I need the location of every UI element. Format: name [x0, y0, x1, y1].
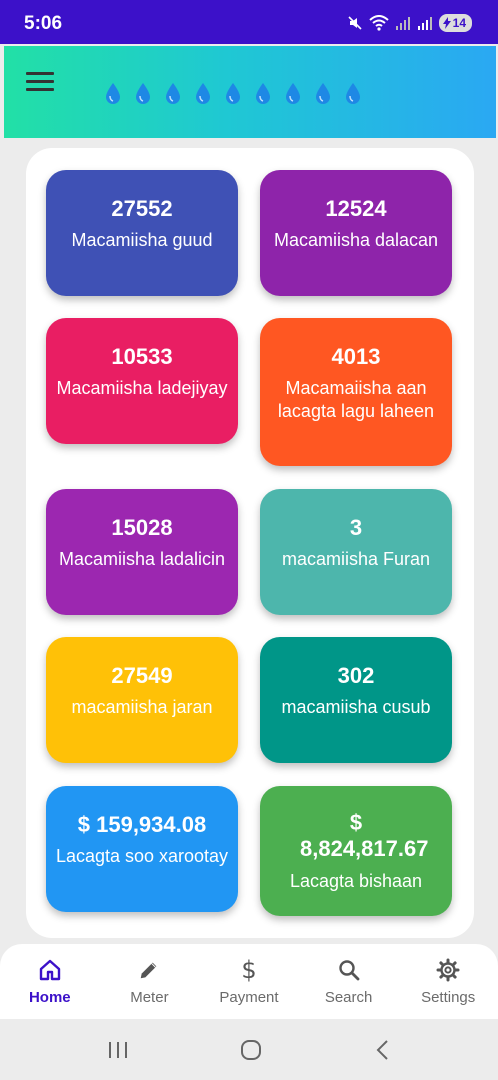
- menu-icon[interactable]: [26, 72, 54, 94]
- nav-payment[interactable]: $ Payment: [199, 956, 299, 1006]
- tile-value: 27549: [111, 663, 173, 688]
- tile-label: Macamiisha ladejiyay: [56, 378, 228, 398]
- tile-value: 4013: [331, 344, 381, 369]
- tile-monthly-amount[interactable]: $ 8,824,817.67 Lacagta bishaan: [260, 786, 452, 916]
- gear-icon: [436, 958, 460, 982]
- tile-disconnected-customers[interactable]: 27549 macamiisha jaran: [46, 637, 238, 763]
- status-bar: 5:06 14: [0, 0, 498, 44]
- charging-icon: [442, 17, 451, 29]
- dollar-icon: $: [241, 956, 257, 984]
- tile-label: Macamiisha guud: [71, 230, 213, 250]
- tile-new-customers[interactable]: 302 macamiisha cusub: [260, 637, 452, 763]
- tile-paid-customers[interactable]: 10533 Macamiisha ladejiyay: [46, 318, 238, 444]
- water-drop-icon: [286, 83, 300, 104]
- signal-icon: [395, 17, 410, 30]
- bottom-navigation: Home Meter $ Payment Search Settings: [0, 944, 498, 1019]
- tile-value: 15028: [111, 515, 173, 540]
- home-button-icon[interactable]: [239, 1038, 263, 1062]
- tile-value: $ 159,934.08: [77, 812, 207, 837]
- water-drop-icon: [226, 83, 240, 104]
- nav-label: Meter: [130, 989, 169, 1006]
- pencil-icon: [141, 962, 157, 979]
- water-drop-icon: [346, 83, 360, 104]
- tile-label: Macamaiisha aan lacagta lagu laheen: [277, 378, 435, 421]
- tile-value: 3: [349, 515, 363, 540]
- nav-meter[interactable]: Meter: [100, 957, 200, 1006]
- tile-label: macamiisha cusub: [281, 697, 431, 717]
- tile-value: $ 8,824,817.67: [300, 810, 429, 861]
- mute-icon: [348, 16, 362, 30]
- tile-open-customers[interactable]: 3 macamiisha Furan: [260, 489, 452, 615]
- tile-uncharged-customers[interactable]: 15028 Macamiisha ladalicin: [46, 489, 238, 615]
- nav-label: Settings: [421, 989, 476, 1006]
- recent-apps-icon[interactable]: [107, 1040, 129, 1060]
- battery-indicator: 14: [438, 14, 472, 32]
- water-drops-logo: [104, 82, 362, 106]
- tile-collected-amount[interactable]: $ 159,934.08 Lacagta soo xarootay: [46, 786, 238, 912]
- status-icons: 14: [347, 14, 472, 32]
- tile-value: 10533: [111, 344, 173, 369]
- nav-label: Search: [324, 989, 373, 1006]
- home-icon: [39, 959, 60, 981]
- nav-settings[interactable]: Settings: [398, 957, 498, 1006]
- nav-search[interactable]: Search: [299, 957, 399, 1006]
- tile-label: Lacagta bishaan: [289, 871, 423, 891]
- water-drop-icon: [106, 83, 120, 104]
- status-time: 5:06: [24, 13, 63, 34]
- tile-unpaid-customers[interactable]: 4013 Macamaiisha aan lacagta lagu laheen: [260, 318, 452, 466]
- water-drop-icon: [136, 83, 150, 104]
- signal-icon-2: [417, 17, 432, 30]
- tile-label: Lacagta soo xarootay: [55, 846, 229, 866]
- nav-home[interactable]: Home: [0, 957, 100, 1006]
- tile-label: macamiisha Furan: [281, 549, 431, 569]
- tile-label: Macamiisha dalacan: [273, 230, 439, 250]
- wifi-icon: [368, 15, 389, 31]
- system-navigation-bar: [0, 1020, 498, 1080]
- tile-value: 27552: [111, 196, 173, 221]
- search-icon: [338, 960, 359, 981]
- water-drop-icon: [196, 83, 210, 104]
- app-bar: [4, 46, 496, 138]
- nav-label: Payment: [219, 989, 279, 1006]
- water-drop-icon: [256, 83, 270, 104]
- water-drop-icon: [166, 83, 180, 104]
- nav-label: Home: [28, 989, 71, 1006]
- tile-label: macamiisha jaran: [71, 697, 213, 717]
- battery-level: 14: [452, 16, 466, 30]
- tile-label: Macamiisha ladalicin: [58, 549, 226, 569]
- water-drop-icon: [316, 83, 330, 104]
- back-icon[interactable]: [373, 1038, 391, 1062]
- tile-charged-customers[interactable]: 12524 Macamiisha dalacan: [260, 170, 452, 296]
- tile-value: 302: [337, 663, 375, 688]
- tile-total-customers[interactable]: 27552 Macamiisha guud: [46, 170, 238, 296]
- tile-value: 12524: [325, 196, 387, 221]
